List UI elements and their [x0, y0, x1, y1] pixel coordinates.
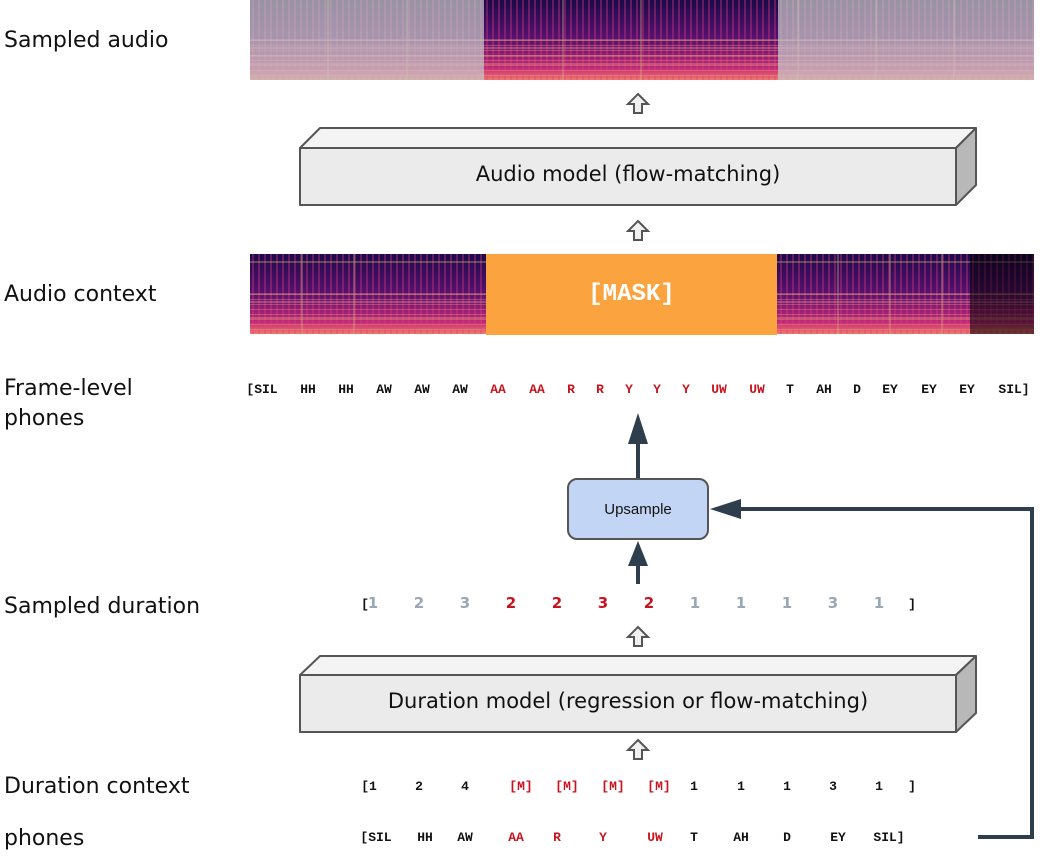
frame-phone-token: AW [376, 382, 392, 397]
duration-context-token: 1 [783, 779, 791, 794]
phone-token: [SIL [360, 830, 392, 845]
duration-context-token: 3 [829, 779, 837, 794]
sampled-duration-value: 1 [873, 594, 885, 612]
mask-block: [MASK] [486, 254, 777, 335]
frame-phone-token: HH [338, 382, 354, 397]
upsample-label: Upsample [604, 500, 672, 518]
sampled-duration-value: 2 [413, 594, 425, 612]
sampled-duration-value: 3 [459, 594, 471, 612]
sampled-duration-value: 2 [505, 594, 517, 612]
diagram-overlay [299, 92, 1034, 839]
frame-phone-token: Y [625, 382, 633, 397]
duration-context-token: [M] [509, 779, 533, 794]
frame-phone-token: Y [653, 382, 661, 397]
sampled-duration-value: 1 [367, 594, 379, 612]
phone-token: AH [733, 830, 749, 845]
duration-context-row: [1 2 4 [M] [M] [M] [M] 1 1 1 3 1] [0, 779, 1045, 799]
frame-level-phones-row: [SIL HH HH AW AW AW AA AA R R Y Y Y UW UW T AH D EY EY EY SIL… [0, 382, 1045, 402]
frame-phone-token: R [567, 382, 575, 397]
frame-phone-token: EY [882, 382, 898, 397]
frame-phone-token: EY [959, 382, 975, 397]
phone-token: EY [830, 830, 846, 845]
frame-phone-token: AW [452, 382, 468, 397]
sampled-duration-value: 3 [597, 594, 609, 612]
phones-row: [SIL HH AW AA R Y UW T AH D EY SIL] [0, 830, 1045, 850]
sampled-duration-value: 2 [551, 594, 563, 612]
phone-token: Y [599, 830, 607, 845]
frame-phone-token: HH [300, 382, 316, 397]
frame-phone-token: AA [490, 382, 506, 397]
phone-token: AW [457, 830, 473, 845]
up-arrow-icon [625, 92, 651, 114]
upsample-box: Upsample [567, 478, 709, 540]
audio-model-label: Audio model (flow-matching) [475, 162, 781, 186]
bracket-close: ] [908, 597, 916, 612]
duration-context-token: [M] [555, 779, 579, 794]
sampled-duration-value: 1 [689, 594, 701, 612]
up-arrow-icon [625, 219, 651, 241]
duration-context-token: 1 [690, 779, 698, 794]
duration-context-token: ] [908, 779, 916, 794]
sampled-duration-value: 2 [643, 594, 655, 612]
phone-token: HH [417, 830, 433, 845]
up-arrow-icon [625, 625, 651, 647]
duration-context-token: 1 [875, 779, 883, 794]
duration-context-token: [1 [361, 779, 377, 794]
up-arrow-icon [625, 738, 651, 760]
duration-model-label: Duration model (regression or flow-match… [387, 689, 869, 713]
frame-phone-token: EY [921, 382, 937, 397]
sampled-duration-value: 1 [781, 594, 793, 612]
duration-context-token: [M] [647, 779, 671, 794]
upsample-arrows [628, 413, 1034, 839]
phone-token: AA [508, 830, 524, 845]
frame-phone-token: AA [529, 382, 545, 397]
phone-token: SIL] [873, 830, 905, 845]
frame-phone-token: R [596, 382, 604, 397]
frame-phone-token: Y [682, 382, 690, 397]
phone-token: R [553, 830, 561, 845]
frame-phone-token: AH [816, 382, 832, 397]
phone-token: T [690, 830, 698, 845]
duration-context-token: 4 [461, 779, 469, 794]
duration-context-token: 2 [415, 779, 423, 794]
mask-label: [MASK] [588, 281, 675, 308]
frame-phone-token: D [853, 382, 861, 397]
duration-context-token: [M] [601, 779, 625, 794]
frame-phone-token: [SIL [246, 382, 278, 397]
duration-context-token: 1 [737, 779, 745, 794]
frame-phone-token: SIL] [998, 382, 1030, 397]
frame-phone-token: UW [711, 382, 727, 397]
phone-token: D [783, 830, 791, 845]
phone-token: UW [647, 830, 663, 845]
sampled-duration-row: [1 2 3 2 2 3 2 1 1 1 3 1] [0, 594, 1045, 619]
sampled-duration-value: 3 [827, 594, 839, 612]
sampled-duration-value: 1 [735, 594, 747, 612]
frame-phone-token: UW [749, 382, 765, 397]
frame-phone-token: T [786, 382, 794, 397]
frame-phone-token: AW [414, 382, 430, 397]
